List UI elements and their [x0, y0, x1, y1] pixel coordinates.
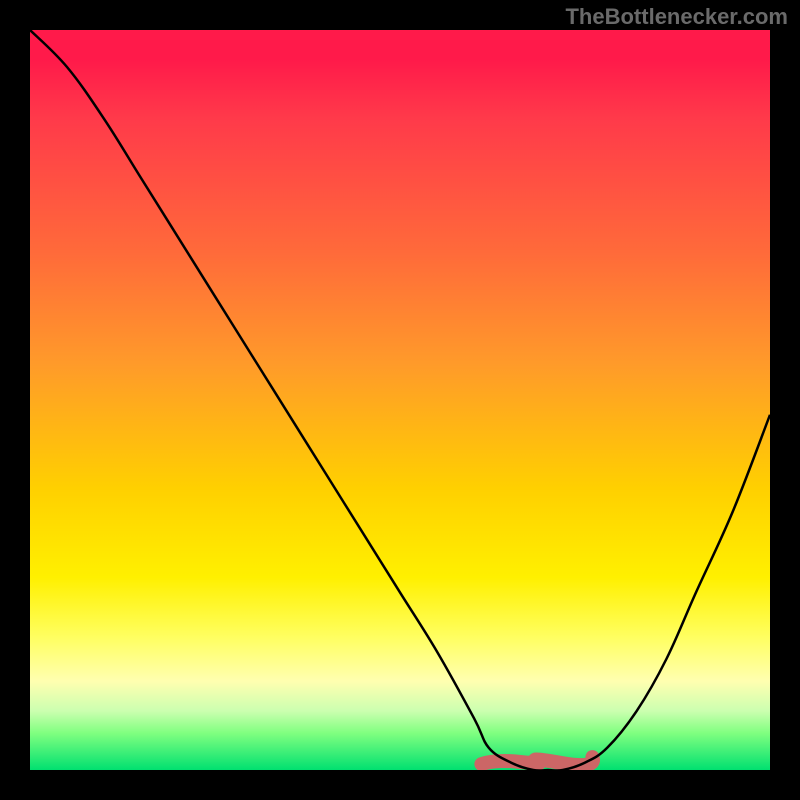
optimal-range-marker [481, 757, 593, 765]
bottleneck-curve-line [30, 30, 770, 770]
watermark-text: TheBottlenecker.com [565, 4, 788, 30]
chart-svg [30, 30, 770, 770]
chart-plot-area [30, 30, 770, 770]
